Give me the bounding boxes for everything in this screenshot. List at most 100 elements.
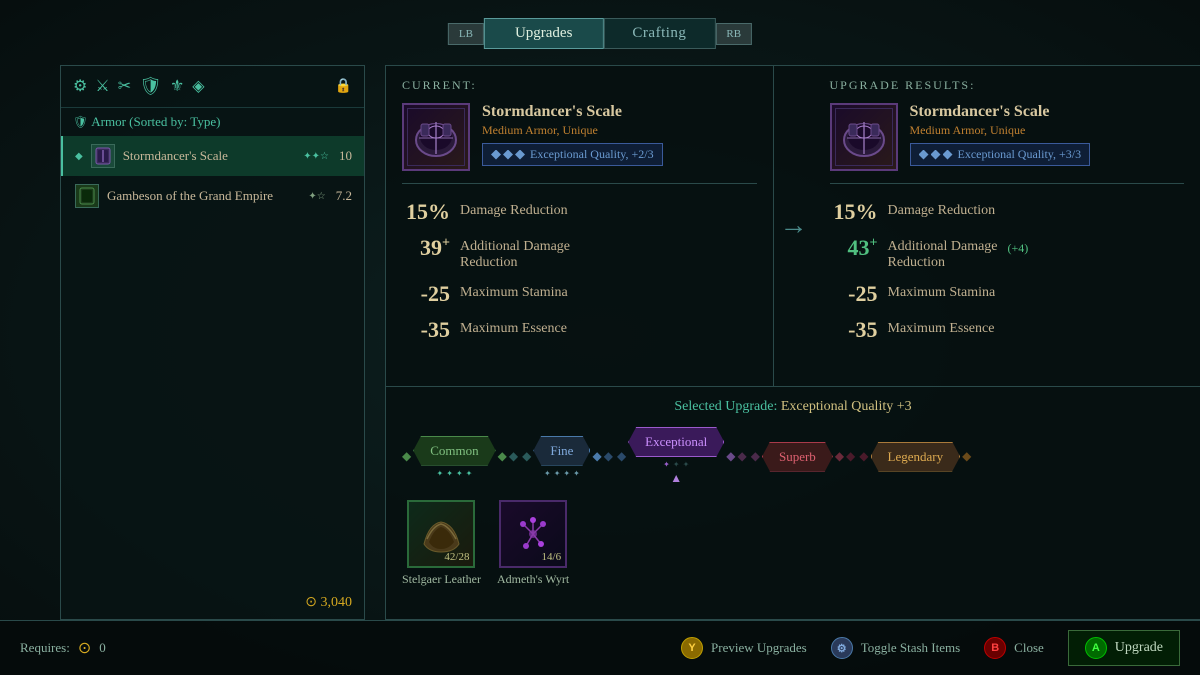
current-quality-badge: Exceptional Quality, +2/3 bbox=[482, 143, 663, 166]
inventory-item-stormdancer[interactable]: ◆ Stormdancer's Scale ✦✦☆ 10 bbox=[61, 136, 364, 176]
tstar-e2: ✦ bbox=[673, 460, 680, 469]
armor-category-icon: 🛡 bbox=[73, 115, 91, 129]
stat-plus-adr: (+4) bbox=[1008, 235, 1029, 256]
inventory-panel: ⚙ ⚔ ✂ 🛡 ⚜ ◈ 🔒 🛡 Armor (Sorted by: Type) … bbox=[60, 65, 365, 620]
diamond-right-superb: ◆ bbox=[835, 449, 844, 464]
track-node-superb[interactable]: Superb bbox=[762, 442, 833, 472]
preview-upgrades-action[interactable]: Y Preview Upgrades bbox=[681, 637, 807, 659]
track-node-fine[interactable]: Fine bbox=[533, 436, 590, 466]
leather-count: 42/28 bbox=[444, 551, 469, 563]
upgrade-item-card: Stormdancer's Scale Medium Armor, Unique… bbox=[830, 103, 1185, 171]
track-item-common[interactable]: ◆ Common ✦ ✦ ✦ ✦ ◆ bbox=[402, 436, 507, 478]
upgrade-item-details: Stormdancer's Scale Medium Armor, Unique… bbox=[910, 103, 1185, 166]
diamond-left-common: ◆ bbox=[402, 449, 411, 464]
udot-2 bbox=[931, 150, 941, 160]
ustat-num-stamina: -25 bbox=[830, 281, 878, 307]
helm-icon: ⚜ bbox=[170, 76, 184, 97]
track-node-common-wrapper: Common ✦ ✦ ✦ ✦ bbox=[413, 436, 495, 478]
selected-upgrade-value-text: Exceptional Quality +3 bbox=[781, 399, 912, 414]
stat-label-essence: Maximum Essence bbox=[460, 317, 567, 337]
upgrade-track: ◆ Common ✦ ✦ ✦ ✦ ◆ ◆ ◆ Fine bbox=[402, 427, 1184, 486]
armor-icon: 🛡 bbox=[139, 76, 162, 97]
upgrade-quality-label: Exceptional Quality, +3/3 bbox=[958, 147, 1082, 162]
tstar-c1: ✦ bbox=[437, 469, 444, 478]
rb-button[interactable]: RB bbox=[715, 23, 752, 45]
track-item-superb[interactable]: Superb ◆ bbox=[762, 442, 844, 472]
stat-num-dr: 15% bbox=[402, 199, 450, 225]
stat-label-stamina: Maximum Stamina bbox=[460, 281, 568, 301]
upgrade-results-header: UPGRADE RESULTS: bbox=[830, 78, 1185, 93]
requires-section: Requires: ⊙ 0 bbox=[20, 638, 106, 658]
selected-diamond-icon: ◆ bbox=[75, 151, 83, 162]
item-value-gambeson: 7.2 bbox=[336, 188, 352, 204]
stash-button-icon: ⚙ bbox=[831, 637, 853, 659]
track-item-legendary[interactable]: Legendary ◆ bbox=[871, 442, 972, 472]
stat-label-dr: Damage Reduction bbox=[460, 199, 568, 219]
lock-icon: 🔒 bbox=[335, 78, 352, 95]
inventory-item-gambeson[interactable]: Gambeson of the Grand Empire ✦☆ 7.2 bbox=[61, 176, 364, 216]
a-button: A bbox=[1085, 637, 1107, 659]
stat-row-essence: -35 Maximum Essence bbox=[402, 312, 757, 348]
diamond-right-fine: ◆ bbox=[592, 449, 601, 464]
track-item-exceptional[interactable]: Exceptional ✦ ✦ ✦ ▲ ◆ bbox=[628, 427, 735, 486]
connector-2b: ◆ bbox=[615, 449, 628, 464]
upgrade-button-label: Upgrade bbox=[1115, 640, 1163, 656]
track-item-fine[interactable]: Fine ✦ ✦ ✦ ✦ ◆ bbox=[533, 436, 601, 478]
ustat-row-dr: 15% Damage Reduction bbox=[830, 194, 1185, 230]
diamond-right-common: ◆ bbox=[498, 449, 507, 464]
stat-divider-current bbox=[402, 183, 757, 184]
track-node-exceptional[interactable]: Exceptional bbox=[628, 427, 724, 457]
track-stars-exceptional: ✦ ✦ ✦ bbox=[663, 460, 689, 469]
axe-icon: ✂ bbox=[118, 76, 131, 97]
track-node-legendary[interactable]: Legendary bbox=[871, 442, 961, 472]
materials-row: 42/28 Stelgaer Leather bbox=[402, 500, 1184, 587]
item-icon-stormdancer bbox=[91, 144, 115, 168]
ustat-num-adr: 43+ bbox=[830, 235, 878, 261]
tstar-f3: ✦ bbox=[563, 469, 570, 478]
upgrades-tab[interactable]: Upgrades bbox=[484, 18, 603, 49]
stat-num-stamina: -25 bbox=[402, 281, 450, 307]
current-item-title: Stormdancer's Scale bbox=[482, 103, 757, 121]
requires-label: Requires: bbox=[20, 640, 70, 656]
upgrade-quality-dots bbox=[919, 150, 953, 160]
udot-3 bbox=[943, 150, 953, 160]
star-icons-1: ✦✦☆ bbox=[303, 151, 329, 162]
upgrade-quality-badge: Exceptional Quality, +3/3 bbox=[910, 143, 1091, 166]
star-icons-2: ✦☆ bbox=[308, 191, 325, 202]
ustat-label-dr: Damage Reduction bbox=[888, 199, 996, 219]
requires-value: 0 bbox=[99, 640, 106, 656]
connector-2: ◆ bbox=[602, 449, 615, 464]
current-item-details: Stormdancer's Scale Medium Armor, Unique… bbox=[482, 103, 757, 166]
current-quality-dots bbox=[491, 150, 525, 160]
tstar-f4: ✦ bbox=[573, 469, 580, 478]
stat-divider-upgrade bbox=[830, 183, 1185, 184]
current-header: CURRENT: bbox=[402, 78, 757, 93]
current-quality-label: Exceptional Quality, +2/3 bbox=[530, 147, 654, 162]
stat-num-adr: 39+ bbox=[402, 235, 450, 261]
current-column: CURRENT: Stormdancer's Scale Medi bbox=[386, 66, 774, 386]
upgrade-button[interactable]: A Upgrade bbox=[1068, 630, 1180, 666]
track-node-common[interactable]: Common bbox=[413, 436, 495, 466]
arrow-divider: → bbox=[774, 66, 814, 386]
track-node-exceptional-wrapper: Exceptional ✦ ✦ ✦ ▲ bbox=[628, 427, 724, 486]
ustat-num-dr: 15% bbox=[830, 199, 878, 225]
top-navigation: LB Upgrades Crafting RB bbox=[448, 18, 752, 49]
tstar-c4: ✦ bbox=[466, 469, 473, 478]
track-node-legendary-wrapper: Legendary bbox=[871, 442, 961, 472]
toggle-stash-action[interactable]: ⚙ Toggle Stash Items bbox=[831, 637, 960, 659]
dot-3 bbox=[515, 150, 525, 160]
connector-1b: ◆ bbox=[520, 449, 533, 464]
requires-coin-icon: ⊙ bbox=[78, 638, 91, 658]
material-item-leather: 42/28 Stelgaer Leather bbox=[402, 500, 481, 587]
diamond-right-exceptional: ◆ bbox=[726, 449, 735, 464]
crafting-tab[interactable]: Crafting bbox=[603, 18, 715, 49]
upgrade-item-title: Stormdancer's Scale bbox=[910, 103, 1185, 121]
selected-upgrade-label: Selected Upgrade: bbox=[674, 399, 777, 414]
lb-button[interactable]: LB bbox=[448, 23, 484, 45]
stat-row-dr: 15% Damage Reduction bbox=[402, 194, 757, 230]
category-icons: ⚙ ⚔ ✂ 🛡 ⚜ ◈ bbox=[73, 76, 205, 97]
track-stars-fine: ✦ ✦ ✦ ✦ bbox=[544, 469, 580, 478]
close-action[interactable]: B Close bbox=[984, 637, 1044, 659]
material-thumbnail-wyrt: 14/6 bbox=[499, 500, 567, 568]
tstar-c2: ✦ bbox=[446, 469, 453, 478]
